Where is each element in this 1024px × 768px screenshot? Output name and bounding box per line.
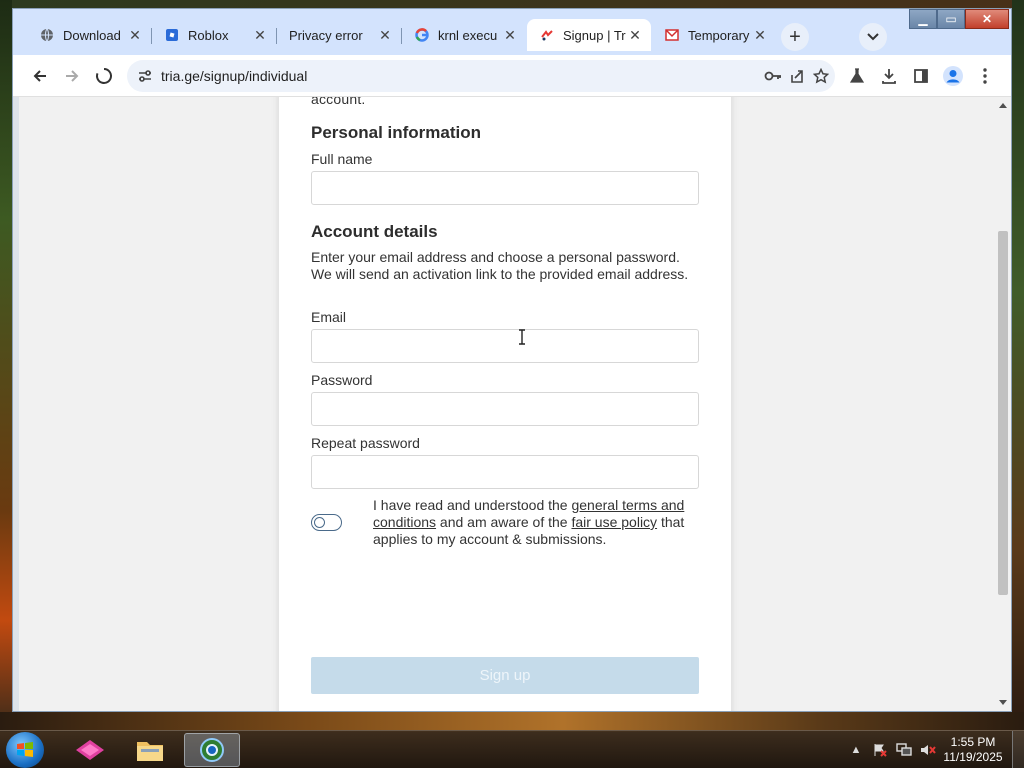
- labs-flask-icon[interactable]: [845, 64, 869, 88]
- tab-label: krnl execu: [438, 27, 498, 43]
- maximize-button[interactable]: ▭: [937, 9, 965, 29]
- scroll-up-arrow-icon[interactable]: [999, 103, 1007, 108]
- system-tray: ▲: [844, 731, 940, 768]
- back-arrow-icon: [33, 70, 46, 82]
- password-label: Password: [311, 372, 373, 388]
- tab-label: Roblox: [188, 27, 229, 43]
- password-key-icon[interactable]: [761, 64, 785, 88]
- tab-strip: Download ✕ Roblox ✕ Privacy error ✕ krnl…: [13, 9, 1011, 55]
- url-text[interactable]: tria.ge/signup/individual: [161, 68, 307, 84]
- repeat-password-input[interactable]: [311, 455, 699, 489]
- network-icon[interactable]: [895, 742, 913, 758]
- forward-button[interactable]: [59, 63, 85, 89]
- loading-spinner-icon: [96, 68, 112, 84]
- google-icon: [414, 27, 430, 43]
- mail-icon: [664, 27, 680, 43]
- cut-off-text: account.: [311, 97, 366, 107]
- globe-icon: [39, 27, 55, 43]
- email-label: Email: [311, 309, 347, 325]
- tab-label: Download: [63, 27, 121, 43]
- clock-time: 1:55 PM: [950, 735, 996, 749]
- forward-arrow-icon: [66, 70, 79, 82]
- browser-globe-icon: [200, 738, 224, 762]
- folder-icon: [137, 742, 163, 761]
- app-diamond-icon: [76, 740, 104, 760]
- signup-card: account. Personal information Full name …: [279, 97, 731, 711]
- taskbar-explorer[interactable]: [122, 733, 178, 767]
- toggle-knob: [314, 516, 325, 528]
- page-scrollbar[interactable]: [995, 97, 1011, 711]
- close-icon[interactable]: ✕: [627, 27, 643, 44]
- scrollbar-thumb[interactable]: [998, 231, 1008, 595]
- roblox-icon: [164, 27, 180, 43]
- tab-label: Signup | Tr: [563, 27, 626, 43]
- full-name-label: Full name: [311, 151, 373, 167]
- tab-label: Privacy error: [289, 27, 363, 43]
- close-icon[interactable]: ✕: [752, 27, 768, 44]
- action-center-flag-icon[interactable]: [871, 742, 889, 758]
- tab-signup-tria[interactable]: Signup | Tr ✕: [527, 19, 651, 51]
- bookmark-star-icon[interactable]: [809, 64, 833, 88]
- account-details-heading: Account details: [311, 222, 438, 241]
- taskbar-chrome[interactable]: [184, 733, 240, 767]
- window-controls: ▁ ▭ ✕: [909, 9, 1009, 29]
- tab-list: Download ✕ Roblox ✕ Privacy error ✕ krnl…: [27, 19, 777, 51]
- repeat-password-label: Repeat password: [311, 435, 420, 451]
- clock-date: 11/19/2025: [943, 750, 1003, 764]
- full-name-input[interactable]: [311, 171, 699, 205]
- desktop-wallpaper-bottom: [0, 712, 1024, 732]
- email-input[interactable]: [311, 329, 699, 363]
- close-icon[interactable]: ✕: [377, 27, 393, 44]
- volume-muted-icon[interactable]: [919, 742, 937, 758]
- tria-icon: [539, 27, 555, 43]
- tab-label: Temporary: [688, 27, 750, 43]
- share-icon[interactable]: [785, 64, 809, 88]
- stop-loading-button[interactable]: [91, 63, 117, 89]
- minimize-button[interactable]: ▁: [909, 9, 937, 29]
- taskbar: ▲ 1:55 PM 11/19/2025: [0, 730, 1024, 768]
- desktop-wallpaper-left: [0, 0, 12, 730]
- site-settings-icon[interactable]: [137, 68, 153, 89]
- download-icon[interactable]: [877, 64, 901, 88]
- terms-middle: and am aware of the: [436, 514, 572, 530]
- profile-avatar-icon[interactable]: [941, 64, 965, 88]
- password-input[interactable]: [311, 392, 699, 426]
- new-tab-button[interactable]: +: [781, 23, 809, 51]
- side-panel-icon[interactable]: [909, 64, 933, 88]
- fair-use-link[interactable]: fair use policy: [571, 514, 657, 530]
- show-desktop-button[interactable]: [1012, 731, 1024, 768]
- close-icon[interactable]: ✕: [252, 27, 268, 44]
- close-icon[interactable]: ✕: [502, 27, 518, 44]
- chevron-down-icon: [867, 33, 879, 41]
- desktop-wallpaper-right: [1012, 0, 1024, 730]
- tab-temporary-mail[interactable]: Temporary ✕: [652, 19, 776, 51]
- page-viewport: account. Personal information Full name …: [19, 97, 995, 711]
- terms-text: I have read and understood the general t…: [373, 497, 699, 548]
- windows-logo-icon: [17, 742, 33, 757]
- account-description: Enter your email address and choose a pe…: [311, 249, 689, 282]
- tab-privacy-error[interactable]: Privacy error ✕: [276, 19, 401, 51]
- tab-roblox[interactable]: Roblox ✕: [151, 19, 276, 51]
- address-bar[interactable]: tria.ge/signup/individual: [127, 60, 835, 92]
- tab-search-button[interactable]: [859, 23, 887, 51]
- taskbar-app-pink[interactable]: [62, 733, 118, 767]
- show-hidden-icons-icon[interactable]: ▲: [847, 742, 865, 758]
- tab-download[interactable]: Download ✕: [27, 19, 151, 51]
- menu-kebab-icon[interactable]: [973, 64, 997, 88]
- back-button[interactable]: [27, 63, 53, 89]
- scroll-down-arrow-icon[interactable]: [999, 700, 1007, 705]
- start-button[interactable]: [6, 732, 44, 768]
- browser-toolbar: tria.ge/signup/individual: [13, 55, 1011, 97]
- terms-prefix: I have read and understood the: [373, 497, 572, 513]
- signup-button[interactable]: Sign up: [311, 657, 699, 694]
- tab-krnl[interactable]: krnl execu ✕: [401, 19, 526, 51]
- personal-info-heading: Personal information: [311, 123, 482, 142]
- close-window-button[interactable]: ✕: [965, 9, 1009, 29]
- text-cursor-icon: [519, 329, 525, 345]
- terms-toggle[interactable]: [311, 514, 342, 531]
- browser-window: Download ✕ Roblox ✕ Privacy error ✕ krnl…: [12, 8, 1012, 712]
- close-icon[interactable]: ✕: [127, 27, 143, 44]
- taskbar-clock[interactable]: 1:55 PM 11/19/2025: [938, 735, 1008, 765]
